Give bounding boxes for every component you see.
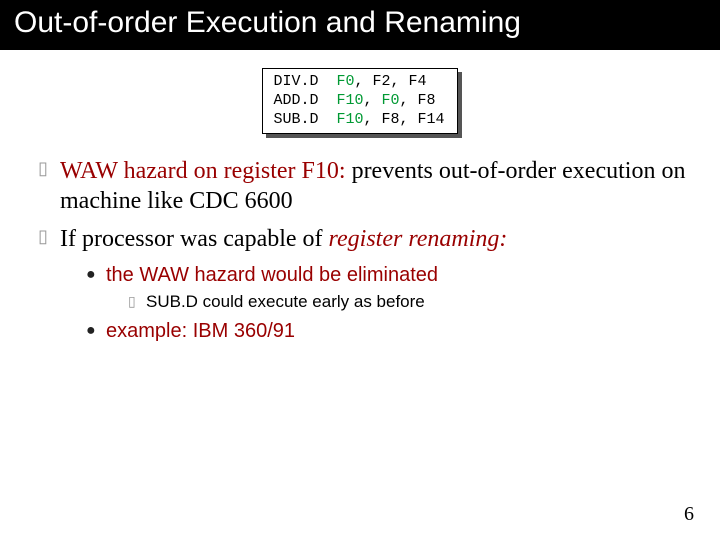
dot-icon: ● — [86, 318, 106, 342]
bullet-item: ▯ WAW hazard on register F10: prevents o… — [38, 156, 692, 216]
bullet-icon: ▯ — [128, 292, 146, 310]
dot-icon: ● — [86, 262, 106, 286]
code-reg: F4 — [409, 73, 427, 90]
sub-list: ● example: IBM 360/91 — [86, 318, 692, 344]
bullet-emph: register renaming: — [329, 226, 508, 252]
code-op: ADD.D — [273, 92, 318, 109]
bullet-icon: ▯ — [38, 156, 60, 180]
code-reg: F8 — [382, 111, 400, 128]
subsub-bullet-item: ▯ SUB.D could execute early as before — [128, 292, 692, 312]
bullet-icon: ▯ — [38, 224, 60, 248]
code-op: SUB.D — [273, 111, 318, 128]
sub-bullet-item: ● the WAW hazard would be eliminated — [86, 262, 692, 288]
code-reg: F8 — [418, 92, 436, 109]
sub-bullet-text: example: IBM 360/91 — [106, 318, 295, 344]
sub-bullet-item: ● example: IBM 360/91 — [86, 318, 692, 344]
page-number: 6 — [684, 503, 694, 526]
content-area: ▯ WAW hazard on register F10: prevents o… — [0, 156, 720, 344]
code-reg: F0 — [382, 92, 400, 109]
subsub-bullet-text: SUB.D could execute early as before — [146, 292, 425, 312]
code-block: DIV.D F0, F2, F4 ADD.D F10, F0, F8 SUB.D… — [262, 68, 457, 134]
bullet-item: ▯ If processor was capable of register r… — [38, 224, 692, 254]
sub-list: ● the WAW hazard would be eliminated — [86, 262, 692, 288]
code-reg: F2 — [373, 73, 391, 90]
code-reg: F10 — [336, 111, 363, 128]
code-reg: F10 — [336, 92, 363, 109]
bullet-lead: WAW hazard on register F10: — [60, 158, 352, 184]
subsub-list: ▯ SUB.D could execute early as before — [128, 292, 692, 312]
slide-title: Out-of-order Execution and Renaming — [0, 0, 720, 50]
code-reg: F14 — [418, 111, 445, 128]
sub-bullet-text: the WAW hazard would be eliminated — [106, 262, 438, 288]
bullet-text: If processor was capable of register ren… — [60, 224, 507, 254]
code-op: DIV.D — [273, 73, 318, 90]
bullet-text: WAW hazard on register F10: prevents out… — [60, 156, 692, 216]
code-block-wrap: DIV.D F0, F2, F4 ADD.D F10, F0, F8 SUB.D… — [0, 68, 720, 134]
bullet-lead: If processor was capable of — [60, 226, 329, 252]
code-reg: F0 — [336, 73, 354, 90]
